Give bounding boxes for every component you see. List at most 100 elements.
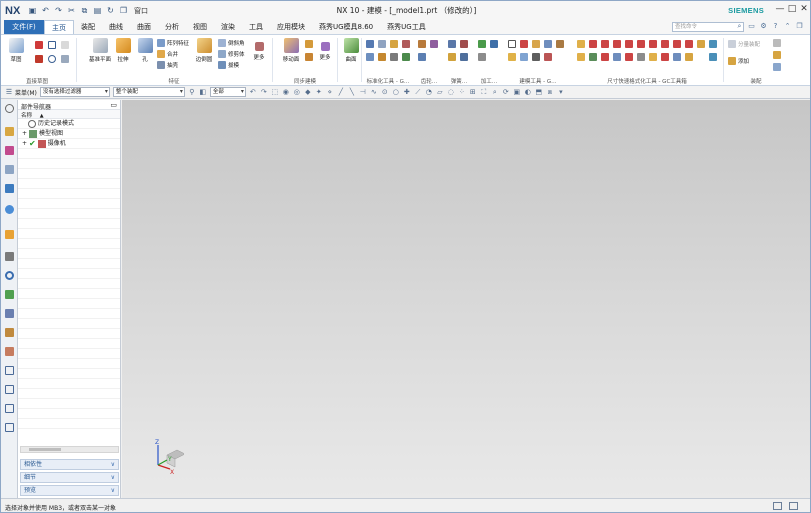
build-tool-icon[interactable]: [532, 53, 540, 61]
details-panel[interactable]: 细节 ∨: [20, 472, 119, 483]
copy-icon[interactable]: ⧉: [79, 5, 90, 16]
main-menu-button[interactable]: ☰ 菜单(M): [5, 88, 37, 97]
assembly-navigator-icon[interactable]: [5, 127, 14, 136]
tab-surface[interactable]: 曲面: [130, 20, 158, 34]
gear-tool-icon[interactable]: [418, 53, 426, 61]
circle-snap-icon[interactable]: ○: [392, 88, 400, 96]
move-face-button[interactable]: 移动面: [279, 38, 303, 68]
assembly-tool-icon[interactable]: [773, 51, 781, 59]
section-icon[interactable]: ▾: [557, 88, 565, 96]
spring-tool-icon[interactable]: [460, 40, 468, 48]
gear-icon[interactable]: ⚙: [759, 22, 768, 31]
scroll-thumb[interactable]: [29, 448, 61, 451]
spring-tool-icon[interactable]: [460, 53, 468, 61]
dim-tool-icon[interactable]: [661, 53, 669, 61]
template-icon[interactable]: [5, 423, 14, 432]
tab-tools[interactable]: 工具: [242, 20, 270, 34]
tool-icon[interactable]: [402, 53, 410, 61]
tab-view[interactable]: 视图: [186, 20, 214, 34]
midpoint-icon[interactable]: ⊣: [359, 88, 367, 96]
dim-tool-icon[interactable]: [685, 40, 693, 48]
arc-icon[interactable]: [48, 55, 56, 63]
tab-analysis[interactable]: 分析: [158, 20, 186, 34]
tool-icon[interactable]: [378, 40, 386, 48]
spring-tool-icon[interactable]: [448, 40, 456, 48]
quadrant-icon[interactable]: ◔: [425, 88, 433, 96]
gear-icon[interactable]: [5, 104, 14, 113]
palette-icon[interactable]: [5, 347, 14, 356]
tab-file[interactable]: 文件(F): [4, 20, 44, 34]
status-icon[interactable]: [773, 502, 782, 510]
help-icon[interactable]: ?: [771, 22, 780, 31]
preview-panel[interactable]: 预览 ∨: [20, 485, 119, 496]
dim-tool-icon[interactable]: [649, 53, 657, 61]
curve-icon[interactable]: ∿: [370, 88, 378, 96]
tab-yanxiu-tools[interactable]: 燕秀UG工具: [380, 20, 433, 34]
tool-icon[interactable]: [366, 53, 374, 61]
offset-region-icon[interactable]: [305, 53, 313, 61]
minimize-icon[interactable]: —: [774, 3, 786, 15]
dim-tool-icon[interactable]: [589, 53, 597, 61]
line-snap-icon[interactable]: ╱: [337, 88, 345, 96]
layout-icon[interactable]: ▭: [747, 22, 756, 31]
pole-icon[interactable]: ◌: [447, 88, 455, 96]
redo-selection-icon[interactable]: ↷: [260, 88, 268, 96]
dim-tool-icon[interactable]: [613, 53, 621, 61]
window-icon[interactable]: ❐: [118, 5, 129, 16]
more-feature-button[interactable]: 更多: [251, 38, 267, 68]
process-tool-icon[interactable]: [490, 40, 498, 48]
component-assembly-button[interactable]: 分量装配: [728, 40, 760, 48]
dim-tool-icon[interactable]: [649, 40, 657, 48]
dim-tool-icon[interactable]: [709, 40, 717, 48]
layer-icon[interactable]: ⧈: [546, 88, 554, 96]
build-tool-icon[interactable]: [520, 53, 528, 61]
shaded-icon[interactable]: ◉: [282, 88, 290, 96]
tab-applications[interactable]: 应用模块: [270, 20, 312, 34]
dim-tool-icon[interactable]: [601, 40, 609, 48]
profile-icon[interactable]: [35, 41, 43, 49]
dim-tool-icon[interactable]: [625, 40, 633, 48]
type-filter-dropdown[interactable]: 全部: [209, 87, 246, 97]
datum-plane-button[interactable]: 基准平面: [87, 38, 113, 68]
hole-button[interactable]: 孔: [135, 38, 155, 68]
tree-item-model-views[interactable]: + 模型视图: [18, 129, 120, 139]
tab-curve[interactable]: 曲线: [102, 20, 130, 34]
process-tool-icon[interactable]: [478, 40, 486, 48]
tab-yanxiu-mold[interactable]: 燕秀UG模具8.60: [312, 20, 380, 34]
system-materials-icon[interactable]: [5, 252, 14, 261]
system-scene-icon[interactable]: [5, 328, 14, 337]
tab-home[interactable]: 主页: [44, 20, 74, 34]
face-icon[interactable]: ▱: [436, 88, 444, 96]
build-tool-icon[interactable]: [544, 40, 552, 48]
cube-icon[interactable]: ◆: [304, 88, 312, 96]
expand-icon[interactable]: +: [22, 139, 27, 149]
window-restore-icon[interactable]: ❐: [795, 22, 804, 31]
command-search-input[interactable]: 查找命令: [672, 22, 744, 32]
wireframe-icon[interactable]: ◎: [293, 88, 301, 96]
web-browser-icon[interactable]: [5, 205, 14, 214]
build-tool-icon[interactable]: [556, 40, 564, 48]
dependencies-panel[interactable]: 相依性 ∨: [20, 459, 119, 470]
existing-point-icon[interactable]: ⁘: [458, 88, 466, 96]
tree-item-history-mode[interactable]: 历史记录模式: [18, 119, 120, 129]
graphics-window[interactable]: Z X Y: [122, 100, 810, 498]
dim-tool-icon[interactable]: [577, 53, 585, 61]
roles-icon[interactable]: [5, 309, 14, 318]
shell-button[interactable]: 抽壳: [157, 61, 178, 69]
assembly-tool-icon[interactable]: [773, 63, 781, 71]
surface-button[interactable]: 曲面: [341, 38, 361, 68]
center-icon[interactable]: ⊙: [381, 88, 389, 96]
dim-tool-icon[interactable]: [601, 53, 609, 61]
sketch-button[interactable]: 草图: [6, 38, 26, 68]
more-sync-button[interactable]: 更多: [317, 38, 333, 68]
endpoint-icon[interactable]: ╲: [348, 88, 356, 96]
more-sketch-icon[interactable]: [61, 55, 69, 63]
build-tool-icon[interactable]: [544, 53, 552, 61]
build-tool-icon[interactable]: [508, 53, 516, 61]
trim-body-button[interactable]: 修剪体: [218, 50, 245, 58]
horizontal-scrollbar[interactable]: [20, 446, 119, 453]
dim-tool-icon[interactable]: [709, 53, 717, 61]
unite-button[interactable]: 合并: [157, 50, 178, 58]
bounded-grid-icon[interactable]: ⊞: [469, 88, 477, 96]
rectangle-icon[interactable]: [48, 41, 56, 49]
